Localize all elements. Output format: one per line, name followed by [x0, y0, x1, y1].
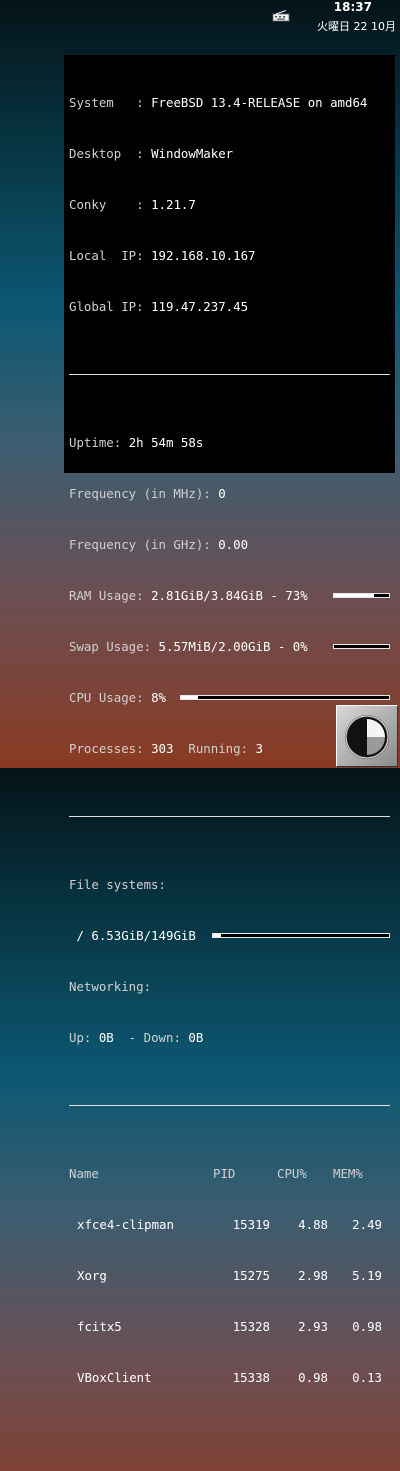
- process-name: Xorg: [77, 1268, 107, 1283]
- desktop-value: WindowMaker: [151, 146, 234, 161]
- process-mem: 0.98: [352, 1319, 382, 1334]
- process-name: fcitx5: [77, 1319, 122, 1334]
- net-row: Up: 0B - Down: 0B: [69, 1029, 390, 1046]
- process-pid: 15328: [232, 1319, 270, 1334]
- process-cpu: 0.98: [298, 1370, 328, 1385]
- running-label: Running:: [173, 741, 256, 756]
- local-ip-row: Local IP: 192.168.10.167: [69, 247, 390, 264]
- process-name: xfce4-clipman: [77, 1217, 174, 1232]
- processes-value: 303: [151, 741, 174, 756]
- ram-label: RAM Usage:: [69, 588, 152, 603]
- cpu-row: CPU Usage: 8%: [69, 689, 390, 706]
- processes-label: Processes:: [69, 741, 152, 756]
- uptime-label: Uptime:: [69, 435, 129, 450]
- down-label: - Down:: [113, 1030, 189, 1045]
- desktop-row: Desktop : WindowMaker: [69, 145, 390, 162]
- system-label: System :: [69, 95, 152, 110]
- process-cpu: 2.93: [298, 1319, 328, 1334]
- freq-ghz-label: Frequency (in GHz):: [69, 537, 219, 552]
- freq-ghz-row: Frequency (in GHz): 0.00: [69, 536, 390, 553]
- divider: [69, 374, 390, 375]
- swap-bar: [333, 644, 390, 649]
- global-ip-value: 119.47.237.45: [151, 299, 249, 314]
- process-mem: 0.13: [352, 1370, 382, 1385]
- freq-mhz-label: Frequency (in MHz):: [69, 486, 219, 501]
- dock-appicon[interactable]: [336, 705, 398, 767]
- process-pid: 15338: [232, 1370, 270, 1385]
- local-ip-value: 192.168.10.167: [151, 248, 256, 263]
- freq-mhz-row: Frequency (in MHz): 0: [69, 485, 390, 502]
- clock-time: 18:37: [333, 0, 372, 14]
- freq-mhz-value: 0: [218, 486, 226, 501]
- conky-version-row: Conky : 1.21.7: [69, 196, 390, 213]
- freq-ghz-value: 0.00: [218, 537, 249, 552]
- process-row: VBoxClient 15338 0.98 0.13: [69, 1369, 390, 1386]
- uptime-row: Uptime: 2h 54m 58s: [69, 434, 390, 451]
- cpu-label: CPU Usage:: [69, 690, 152, 705]
- ram-bar: [333, 593, 390, 598]
- networking-label: Networking:: [69, 979, 152, 994]
- process-mem: 5.19: [352, 1268, 382, 1283]
- desktop-label: Desktop :: [69, 146, 152, 161]
- global-ip-label: Global IP:: [69, 299, 152, 314]
- swap-row: Swap Usage: 5.57MiB/2.00GiB - 0%: [69, 638, 390, 655]
- process-mem: 2.49: [352, 1217, 382, 1232]
- local-ip-label: Local IP:: [69, 248, 152, 263]
- fs-root-row: / 6.53GiB/149GiB: [69, 927, 390, 944]
- conky-label: Conky :: [69, 197, 152, 212]
- divider: [69, 1105, 390, 1106]
- system-value: FreeBSD 13.4-RELEASE on amd64: [151, 95, 368, 110]
- windowmaker-clock-icon: [345, 715, 389, 759]
- down-value: 0B: [188, 1030, 204, 1045]
- cpu-bar: [180, 695, 390, 700]
- cpu-value: 8%: [151, 690, 166, 705]
- top-clock-area: 18:37 火曜日 22 10月: [266, 0, 396, 36]
- swap-value: 5.57MiB/2.00GiB - 0%: [158, 639, 308, 654]
- conky-value: 1.21.7: [151, 197, 196, 212]
- up-value: 0B: [98, 1030, 114, 1045]
- process-cpu: 4.88: [298, 1217, 328, 1232]
- process-row: xfce4-clipman 15319 4.88 2.49: [69, 1216, 390, 1233]
- process-pid: 15275: [232, 1268, 270, 1283]
- net-title-row: Networking:: [69, 978, 390, 995]
- header-cpu: CPU%: [277, 1166, 307, 1181]
- process-table-header: Name PID CPU% MEM%: [69, 1165, 390, 1182]
- fs-root-value: 6.53GiB/149GiB: [91, 928, 196, 943]
- process-row: fcitx5 15328 2.93 0.98: [69, 1318, 390, 1335]
- process-pid: 15319: [232, 1217, 270, 1232]
- header-name: Name: [69, 1166, 99, 1181]
- cpu-bar-fill: [181, 696, 198, 699]
- uptime-value: 2h 54m 58s: [128, 435, 204, 450]
- keyboard-icon[interactable]: [272, 10, 290, 22]
- ram-value: 2.81GiB/3.84GiB - 73%: [151, 588, 308, 603]
- process-name: VBoxClient: [77, 1370, 152, 1385]
- running-value: 3: [255, 741, 263, 756]
- conky-panel: System : FreeBSD 13.4-RELEASE on amd64 D…: [64, 55, 395, 1385]
- clock-date: 火曜日 22 10月: [317, 20, 396, 33]
- ram-bar-fill: [334, 594, 375, 597]
- fs-title-row: File systems:: [69, 876, 390, 893]
- file-systems-label: File systems:: [69, 877, 166, 892]
- header-mem: MEM%: [333, 1166, 363, 1181]
- global-ip-row: Global IP: 119.47.237.45: [69, 298, 390, 315]
- header-pid: PID: [213, 1166, 236, 1181]
- fs-root-bar: [212, 933, 390, 938]
- swap-label: Swap Usage:: [69, 639, 159, 654]
- process-cpu: 2.98: [298, 1268, 328, 1283]
- ram-row: RAM Usage: 2.81GiB/3.84GiB - 73%: [69, 587, 390, 604]
- fs-root-bar-fill: [213, 934, 221, 937]
- system-row: System : FreeBSD 13.4-RELEASE on amd64: [69, 94, 390, 111]
- up-label: Up:: [69, 1030, 99, 1045]
- process-row: Xorg 15275 2.98 5.19: [69, 1267, 390, 1284]
- divider: [69, 816, 390, 817]
- fs-root-mount: /: [69, 928, 92, 943]
